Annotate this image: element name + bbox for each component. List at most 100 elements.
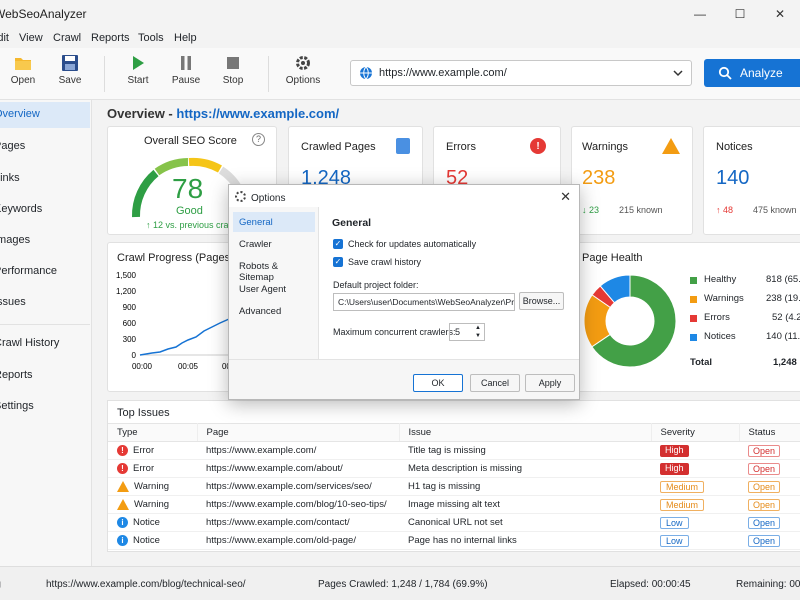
x-tick: 00:05 — [178, 362, 199, 371]
sidebar-item-crawl-history[interactable]: Crawl History — [0, 331, 90, 357]
sidebar-item-issues[interactable]: Issues — [0, 290, 90, 316]
minimize-button[interactable]: — — [680, 0, 720, 28]
legend-label-notices: Notices — [704, 331, 736, 342]
ok-button[interactable]: OK — [413, 374, 463, 392]
save-history-checkbox[interactable]: ✓ — [333, 257, 343, 267]
issue-description: Meta description is missing — [399, 459, 651, 478]
sidebar-item-keywords[interactable]: Keywords — [0, 197, 90, 223]
sidebar-item-settings[interactable]: Settings — [0, 394, 90, 420]
sidebar-item-performance[interactable]: Performance — [0, 259, 90, 285]
chevron-down-icon[interactable] — [673, 68, 683, 78]
maximize-button[interactable]: ☐ — [720, 0, 760, 28]
page-health-donut — [583, 274, 677, 368]
analyze-label: Analyze — [740, 66, 783, 80]
menu-view[interactable]: View — [19, 32, 43, 44]
check-updates-checkbox[interactable]: ✓ — [333, 239, 343, 249]
issue-page: https://www.example.com/about/ — [197, 459, 399, 478]
url-input[interactable]: https://www.example.com/ — [350, 60, 692, 86]
column-header-issue[interactable]: Issue — [399, 423, 652, 442]
options-nav-robots-sitemap[interactable]: Robots & Sitemap — [233, 256, 315, 283]
options-nav-advanced[interactable]: Advanced — [233, 301, 315, 321]
legend-swatch-warnings — [690, 296, 697, 303]
table-row[interactable]: i Notice https://www.example.com/contact/… — [108, 513, 800, 532]
status-state: Crawling — [0, 579, 1, 590]
seo-grade: Good — [176, 205, 203, 217]
progress-line — [139, 318, 230, 356]
project-folder-input[interactable]: C:\Users\user\Documents\WebSeoAnalyzer\P… — [333, 293, 515, 311]
chevron-down-icon[interactable]: ▼ — [475, 333, 481, 339]
table-row[interactable]: Warning https://www.example.com/services… — [108, 477, 800, 496]
analyze-button[interactable]: Analyze — [704, 59, 800, 87]
cancel-button[interactable]: Cancel — [470, 374, 520, 392]
y-tick: 600 — [123, 319, 137, 328]
status-elapsed: Elapsed: 00:00:45 — [610, 579, 691, 590]
options-nav-crawler[interactable]: Crawler — [233, 234, 315, 254]
window-title: WebSeoAnalyzer — [0, 7, 87, 21]
apply-button[interactable]: Apply — [525, 374, 575, 392]
menu-edit[interactable]: Edit — [0, 32, 9, 44]
toolbar-separator — [268, 56, 269, 92]
issue-type: Error — [133, 445, 155, 456]
crawlers-stepper[interactable]: 5 ▲ ▼ — [449, 323, 485, 341]
sidebar-item-reports[interactable]: Reports — [0, 363, 90, 389]
options-button[interactable]: Options — [281, 54, 325, 86]
severity-badge: Medium — [660, 480, 705, 493]
severity-badge: Medium — [660, 498, 705, 511]
menu-crawl[interactable]: Crawl — [53, 32, 81, 44]
browse-button[interactable]: Browse... — [519, 292, 564, 310]
menu-tools[interactable]: Tools — [138, 32, 164, 44]
status-bar: Crawling https://www.example.com/blog/te… — [0, 566, 800, 600]
table-row[interactable]: ! Error https://www.example.com/ Title ta… — [108, 441, 800, 460]
sidebar-item-overview[interactable]: Overview — [0, 102, 90, 128]
status-badge: Open — [748, 534, 781, 547]
legend-label-errors: Errors — [704, 312, 730, 323]
check-updates-label: Check for updates automatically — [348, 239, 477, 249]
options-nav-general[interactable]: General — [233, 212, 315, 232]
page-title: Overview - https://www.example.com/ — [107, 106, 340, 121]
options-nav-user-agent[interactable]: User Agent — [233, 279, 315, 299]
status-url: https://www.example.com/blog/technical-s… — [46, 579, 246, 590]
sidebar-item-links[interactable]: Links — [0, 166, 90, 192]
save-button[interactable]: Save — [48, 54, 92, 86]
status-pages: Pages Crawled: 1,248 / 1,784 (69.9%) — [318, 579, 488, 590]
table-row[interactable]: Warning https://www.example.com/blog/10-… — [108, 495, 800, 514]
column-header-page[interactable]: Page — [197, 423, 400, 442]
column-header-status[interactable]: Status — [739, 423, 800, 442]
start-button[interactable]: Start — [116, 54, 160, 86]
menu-help[interactable]: Help — [174, 32, 197, 44]
save-history-label: Save crawl history — [348, 257, 422, 267]
stop-icon — [227, 57, 239, 69]
issue-type: Notice — [133, 517, 160, 528]
column-header-severity[interactable]: Severity — [651, 423, 740, 442]
table-row[interactable]: i Notice https://www.example.com/old-page… — [108, 531, 800, 550]
menu-reports[interactable]: Reports — [91, 32, 130, 44]
open-button[interactable]: Open — [1, 54, 45, 86]
notices-delta: ↑ 48 — [716, 205, 734, 215]
column-header-type[interactable]: Type — [108, 423, 198, 442]
severity-badge: High — [660, 462, 689, 475]
legend-value-healthy: 818 (65.6 — [766, 274, 800, 285]
sidebar-item-images[interactable]: Images — [0, 228, 90, 254]
options-nav: General Crawler Robots & Sitemap User Ag… — [229, 207, 319, 359]
warnings-title: Warnings — [582, 141, 629, 153]
sidebar-divider — [0, 324, 90, 325]
table-row[interactable]: ! Error https://www.example.com/about/ Me… — [108, 459, 800, 478]
sidebar-item-pages[interactable]: Pages — [0, 134, 90, 160]
stop-button[interactable]: Stop — [211, 54, 255, 86]
warnings-delta: ↓ 23 — [582, 205, 600, 215]
issue-page: https://www.example.com/blog/10-seo-tips… — [197, 495, 399, 514]
legend-value-errors: 52 (4.2% — [772, 312, 800, 323]
dialog-close-button[interactable]: ✕ — [560, 189, 571, 205]
menu-bar: Edit View Crawl Reports Tools Help — [0, 28, 800, 48]
status-badge: Open — [748, 498, 781, 511]
pause-button[interactable]: Pause — [164, 54, 208, 86]
close-window-button[interactable]: ✕ — [760, 0, 800, 28]
save-icon — [62, 55, 78, 71]
help-icon[interactable]: ? — [252, 133, 265, 146]
chevron-up-icon[interactable]: ▲ — [475, 325, 481, 331]
legend-value-warnings: 238 (19.1 — [766, 293, 800, 304]
seo-score-title: Overall SEO Score — [144, 135, 237, 147]
overview-url-link[interactable]: https://www.example.com/ — [176, 106, 339, 121]
crawlers-label: Maximum concurrent crawlers: — [333, 327, 456, 337]
page-health-title: Page Health — [582, 252, 643, 264]
